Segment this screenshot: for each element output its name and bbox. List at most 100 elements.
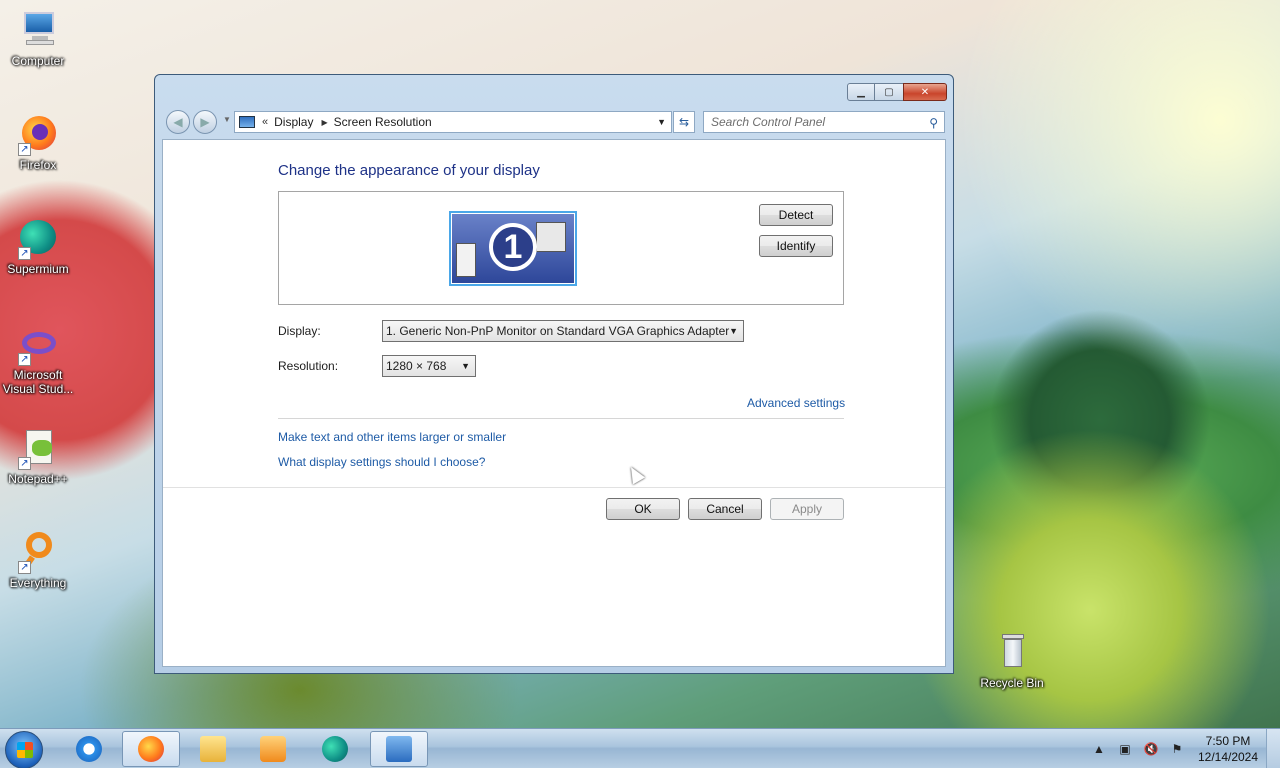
identify-button[interactable]: Identify	[759, 235, 833, 257]
shortcut-arrow-icon: ↗	[18, 561, 31, 574]
clock[interactable]: 7:50 PM 12/14/2024	[1190, 733, 1266, 765]
page-title: Change the appearance of your display	[278, 162, 540, 179]
divider	[163, 487, 945, 488]
breadcrumb-screen-resolution[interactable]: Screen Resolution	[334, 115, 432, 129]
maximize-button[interactable]: ▢	[875, 83, 903, 101]
breadcrumb-separator-icon[interactable]: ▶	[321, 118, 327, 127]
control-panel-icon	[239, 116, 255, 128]
chevron-down-icon: ▼	[461, 361, 470, 371]
supermium-icon	[322, 736, 348, 762]
desktop-icon-everything[interactable]: ↗ Everything	[0, 532, 76, 590]
visual-studio-icon: ↗	[18, 324, 58, 366]
windows-logo-icon	[17, 742, 33, 758]
desktop-icon-firefox[interactable]: ↗ Firefox	[0, 114, 76, 172]
detect-button[interactable]: Detect	[759, 204, 833, 226]
navigation-bar: ◀ ▶ ▼ « Display ▶ Screen Resolution ▼ ⇆ …	[155, 107, 953, 137]
desktop-icon-label: Everything	[9, 576, 67, 590]
close-button[interactable]: ✕	[903, 83, 947, 101]
desktop-icon-label: Firefox	[19, 158, 57, 172]
shortcut-arrow-icon: ↗	[18, 353, 31, 366]
back-arrow-icon: ◀	[173, 115, 183, 129]
forward-arrow-icon: ▶	[200, 115, 210, 129]
display-label: Display:	[278, 324, 321, 338]
resolution-select-value: 1280 × 768	[386, 359, 447, 373]
search-icon[interactable]: ⚲	[929, 116, 938, 130]
supermium-icon: ↗	[18, 218, 58, 260]
refresh-button[interactable]: ⇆	[673, 111, 695, 133]
recent-pages-dropdown[interactable]: ▼	[223, 115, 231, 124]
forward-button[interactable]: ▶	[193, 110, 217, 134]
show-desktop-button[interactable]	[1266, 729, 1280, 768]
title-bar[interactable]: ▁ ▢ ✕	[155, 75, 953, 107]
search-box[interactable]: ⚲	[703, 111, 945, 133]
monitor-panel: 1 Detect Identify	[278, 191, 844, 305]
cancel-button[interactable]: Cancel	[688, 498, 762, 520]
desktop-icon-label: Notepad++	[8, 472, 68, 486]
desktop-icon-label: Microsoft Visual Stud...	[2, 368, 74, 396]
system-tray: ▲ ▣ 🔇 ⚑ 7:50 PM 12/14/2024	[1086, 729, 1280, 768]
shortcut-arrow-icon: ↗	[18, 247, 31, 260]
firefox-icon: ↗	[18, 114, 58, 156]
breadcrumb-display[interactable]: Display	[274, 115, 313, 129]
apply-button: Apply	[770, 498, 844, 520]
breadcrumb-overflow[interactable]: «	[262, 116, 268, 128]
monitor-doc-right	[536, 222, 566, 252]
desktop-icon-visual-studio[interactable]: ↗ Microsoft Visual Stud...	[0, 324, 76, 396]
taskbar-internet-explorer[interactable]	[60, 731, 118, 767]
taskbar-control-panel[interactable]	[370, 731, 428, 767]
divider	[278, 418, 844, 419]
back-button[interactable]: ◀	[166, 110, 190, 134]
internet-explorer-icon	[76, 736, 102, 762]
desktop-icon-notepadpp[interactable]: ↗ Notepad++	[0, 428, 76, 486]
clock-date: 12/14/2024	[1197, 750, 1259, 764]
start-button[interactable]	[5, 731, 43, 768]
monitor-1-icon[interactable]: 1	[449, 211, 577, 286]
everything-icon: ↗	[18, 532, 58, 574]
desktop-icon-label: Recycle Bin	[980, 676, 1044, 690]
taskbar-file-explorer[interactable]	[184, 731, 242, 767]
screen-resolution-window: ▁ ▢ ✕ ◀ ▶ ▼ « Display ▶ Screen Resolutio…	[154, 74, 954, 674]
taskbar-supermium[interactable]	[306, 731, 364, 767]
desktop-icon-recycle-bin[interactable]: Recycle Bin	[974, 632, 1050, 690]
folder-icon	[200, 736, 226, 762]
network-icon[interactable]: ▣	[1117, 741, 1133, 757]
taskbar-firefox[interactable]	[122, 731, 180, 767]
display-select-value: 1. Generic Non-PnP Monitor on Standard V…	[386, 324, 730, 338]
taskbar-media-player[interactable]	[244, 731, 302, 767]
ok-button[interactable]: OK	[606, 498, 680, 520]
firefox-icon	[138, 736, 164, 762]
close-icon: ✕	[920, 86, 930, 98]
search-input[interactable]	[711, 115, 911, 129]
clock-time: 7:50 PM	[1205, 734, 1251, 748]
control-panel-icon	[386, 736, 412, 762]
shortcut-arrow-icon: ↗	[18, 143, 31, 156]
notepadpp-icon: ↗	[18, 428, 58, 470]
action-center-flag-icon[interactable]: ⚑	[1169, 741, 1185, 757]
minimize-icon: ▁	[857, 86, 865, 98]
volume-muted-icon[interactable]: 🔇	[1143, 741, 1159, 757]
address-dropdown-icon[interactable]: ▼	[657, 117, 666, 127]
resolution-select[interactable]: 1280 × 768 ▼	[382, 355, 476, 377]
minimize-button[interactable]: ▁	[847, 83, 875, 101]
monitor-number: 1	[489, 223, 537, 271]
desktop-icon-label: Supermium	[7, 262, 69, 276]
display-select[interactable]: 1. Generic Non-PnP Monitor on Standard V…	[382, 320, 744, 342]
refresh-icon: ⇆	[678, 115, 690, 129]
text-size-link[interactable]: Make text and other items larger or smal…	[278, 430, 506, 444]
media-player-icon	[260, 736, 286, 762]
display-settings-help-link[interactable]: What display settings should I choose?	[278, 455, 485, 469]
advanced-settings-link[interactable]: Advanced settings	[747, 396, 845, 410]
desktop-icon-supermium[interactable]: ↗ Supermium	[0, 218, 76, 276]
content-area: Change the appearance of your display 1 …	[162, 139, 946, 667]
recycle-bin-icon	[992, 632, 1032, 672]
desktop-icon-label: Computer	[11, 54, 65, 68]
desktop-icon-computer[interactable]: Computer	[0, 10, 76, 68]
show-hidden-icons-icon[interactable]: ▲	[1091, 741, 1107, 757]
address-bar[interactable]: « Display ▶ Screen Resolution ▼	[234, 111, 672, 133]
chevron-down-icon: ▼	[729, 326, 738, 336]
taskbar: ▲ ▣ 🔇 ⚑ 7:50 PM 12/14/2024	[0, 728, 1280, 768]
shortcut-arrow-icon: ↗	[18, 457, 31, 470]
monitor-doc-left	[456, 243, 476, 277]
maximize-icon: ▢	[884, 86, 894, 98]
resolution-label: Resolution:	[278, 359, 339, 373]
